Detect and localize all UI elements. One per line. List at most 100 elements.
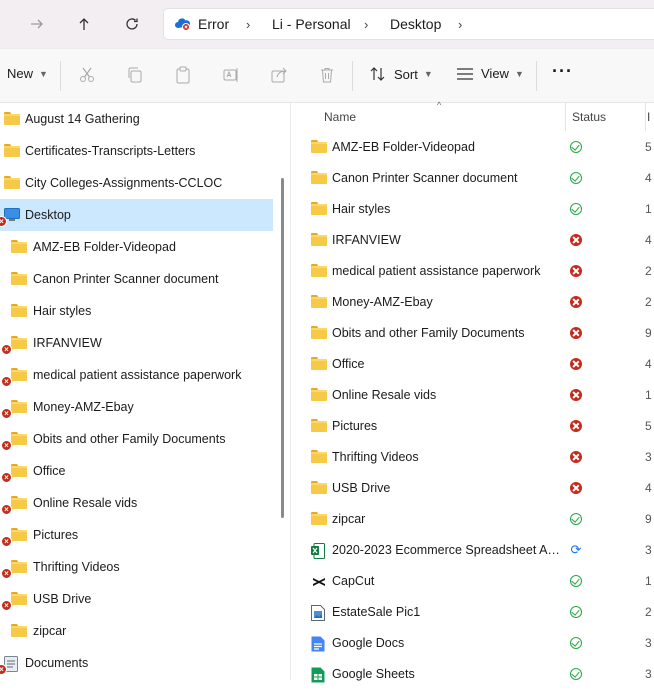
file-row[interactable]: Money-AMZ-Ebay 2	[291, 287, 654, 318]
column-header-status[interactable]: Status	[572, 103, 606, 131]
folder-icon	[311, 512, 327, 528]
file-row[interactable]: Obits and other Family Documents 9	[291, 318, 654, 349]
sidebar-item-label: Desktop	[25, 208, 71, 222]
file-row[interactable]: Online Resale vids 1	[291, 380, 654, 411]
chevron-right-icon[interactable]: ›	[364, 17, 368, 32]
breadcrumb-li-personal[interactable]: Li - Personal	[272, 16, 351, 32]
sidebar-item[interactable]: August 14 Gathering	[0, 103, 273, 135]
more-options-button[interactable]: ···	[552, 61, 573, 82]
sidebar-item[interactable]: × Thrifting Videos	[0, 551, 273, 583]
delete-button[interactable]	[318, 66, 336, 84]
file-date-modified: 3	[645, 636, 652, 650]
column-header-name[interactable]: Name	[324, 103, 356, 131]
file-row[interactable]: Google Docs 3	[291, 628, 654, 659]
file-name: Online Resale vids	[332, 388, 437, 402]
file-row[interactable]: Canon Printer Scanner document 4	[291, 163, 654, 194]
folder-icon	[4, 176, 20, 189]
synced-check-icon	[570, 141, 582, 153]
new-button[interactable]: New ▼	[7, 66, 48, 81]
new-label: New	[7, 66, 34, 81]
file-row[interactable]: AMZ-EB Folder-Videopad 5	[291, 132, 654, 163]
folder-icon	[11, 432, 27, 445]
file-name: Office	[332, 357, 365, 371]
paste-icon	[176, 66, 190, 84]
sidebar-item[interactable]: × USB Drive	[0, 583, 273, 615]
file-row[interactable]: Pictures 5	[291, 411, 654, 442]
file-date-modified: 2	[645, 295, 652, 309]
folder-icon	[11, 336, 27, 349]
folder-icon	[311, 202, 327, 218]
folder-icon	[11, 400, 27, 413]
file-row[interactable]: Office 4	[291, 349, 654, 380]
sidebar-item[interactable]: × Online Resale vids	[0, 487, 273, 519]
paste-button[interactable]	[174, 66, 192, 84]
sidebar-item[interactable]: × Desktop	[0, 199, 273, 231]
capcut-icon	[311, 574, 327, 593]
sidebar-item[interactable]: zipcar	[0, 615, 273, 647]
copy-button[interactable]	[126, 66, 144, 84]
sync-error-icon	[570, 482, 582, 494]
file-name: EstateSale Pic1	[332, 605, 421, 619]
breadcrumb-desktop[interactable]: Desktop	[390, 16, 441, 32]
sidebar-item[interactable]: × Money-AMZ-Ebay	[0, 391, 273, 423]
file-row[interactable]: medical patient assistance paperwork 2	[291, 256, 654, 287]
rename-button[interactable]	[222, 66, 240, 84]
file-name: Google Sheets	[332, 667, 415, 681]
sort-button[interactable]: Sort ▼	[369, 66, 433, 82]
file-date-modified: 5	[645, 140, 652, 154]
sidebar-item[interactable]: City Colleges-Assignments-CCLOC	[0, 167, 273, 199]
file-row[interactable]: IRFANVIEW 4	[291, 225, 654, 256]
file-row[interactable]: CapCut 1	[291, 566, 654, 597]
sidebar-item[interactable]: × Pictures	[0, 519, 273, 551]
file-row[interactable]: Thrifting Videos 3	[291, 442, 654, 473]
sidebar-item[interactable]: × Documents	[0, 647, 273, 679]
sidebar-item[interactable]: Hair styles	[0, 295, 273, 327]
file-row[interactable]: Hair styles 1	[291, 194, 654, 225]
sort-label: Sort	[394, 66, 418, 82]
sidebar-item[interactable]: × IRFANVIEW	[0, 327, 273, 359]
file-row[interactable]: EstateSale Pic1 2	[291, 597, 654, 628]
file-date-modified: 4	[645, 233, 652, 247]
forward-button[interactable]	[21, 8, 53, 40]
column-divider[interactable]	[645, 103, 646, 131]
folder-icon	[311, 233, 327, 249]
column-name-label: Name	[324, 110, 357, 124]
arrow-right-icon	[31, 19, 43, 29]
syncing-icon: ⟳	[570, 542, 582, 557]
file-name: USB Drive	[332, 481, 391, 495]
folder-icon	[311, 450, 327, 466]
share-button[interactable]	[270, 66, 288, 84]
file-name: medical patient assistance paperwork	[332, 264, 541, 278]
up-button[interactable]	[68, 8, 100, 40]
sidebar-item[interactable]: × Office	[0, 455, 273, 487]
file-row[interactable]: USB Drive 4	[291, 473, 654, 504]
file-row[interactable]: 2020-2023 Ecommerce Spreadsheet AMZ... ⟳ 3	[291, 535, 654, 566]
file-name: Obits and other Family Documents	[332, 326, 525, 340]
file-row[interactable]: zipcar 9	[291, 504, 654, 535]
breadcrumb-error[interactable]: Error	[198, 16, 229, 32]
sidebar-item[interactable]: AMZ-EB Folder-Videopad	[0, 231, 273, 263]
sidebar-item[interactable]: × medical patient assistance paperwork	[0, 359, 273, 391]
sidebar-item[interactable]: Canon Printer Scanner document	[0, 263, 273, 295]
file-date-modified: 3	[645, 450, 652, 464]
navigation-scrollbar[interactable]	[281, 178, 284, 518]
address-bar[interactable]: Error › Li - Personal › Desktop ›	[163, 8, 654, 40]
file-name: 2020-2023 Ecommerce Spreadsheet AMZ...	[332, 543, 560, 557]
cut-button[interactable]	[78, 66, 96, 84]
refresh-button[interactable]	[116, 8, 148, 40]
sidebar-item[interactable]: × Obits and other Family Documents	[0, 423, 273, 455]
sort-icon	[370, 67, 385, 81]
sidebar-item[interactable]: Certificates-Transcripts-Letters	[0, 135, 273, 167]
folder-icon	[311, 140, 327, 156]
view-button[interactable]: View ▼	[456, 66, 524, 81]
synced-check-icon	[570, 513, 582, 525]
rename-icon	[223, 68, 238, 82]
chevron-right-icon[interactable]: ›	[458, 17, 462, 32]
more-icon: ···	[552, 61, 573, 81]
chevron-right-icon[interactable]: ›	[246, 17, 250, 32]
file-date-modified: 4	[645, 357, 652, 371]
folder-icon	[311, 481, 327, 497]
navigation-pane[interactable]: August 14 Gathering Certificates-Transcri…	[0, 103, 290, 680]
column-divider[interactable]	[565, 103, 566, 131]
file-row[interactable]: Google Sheets 3	[291, 659, 654, 690]
